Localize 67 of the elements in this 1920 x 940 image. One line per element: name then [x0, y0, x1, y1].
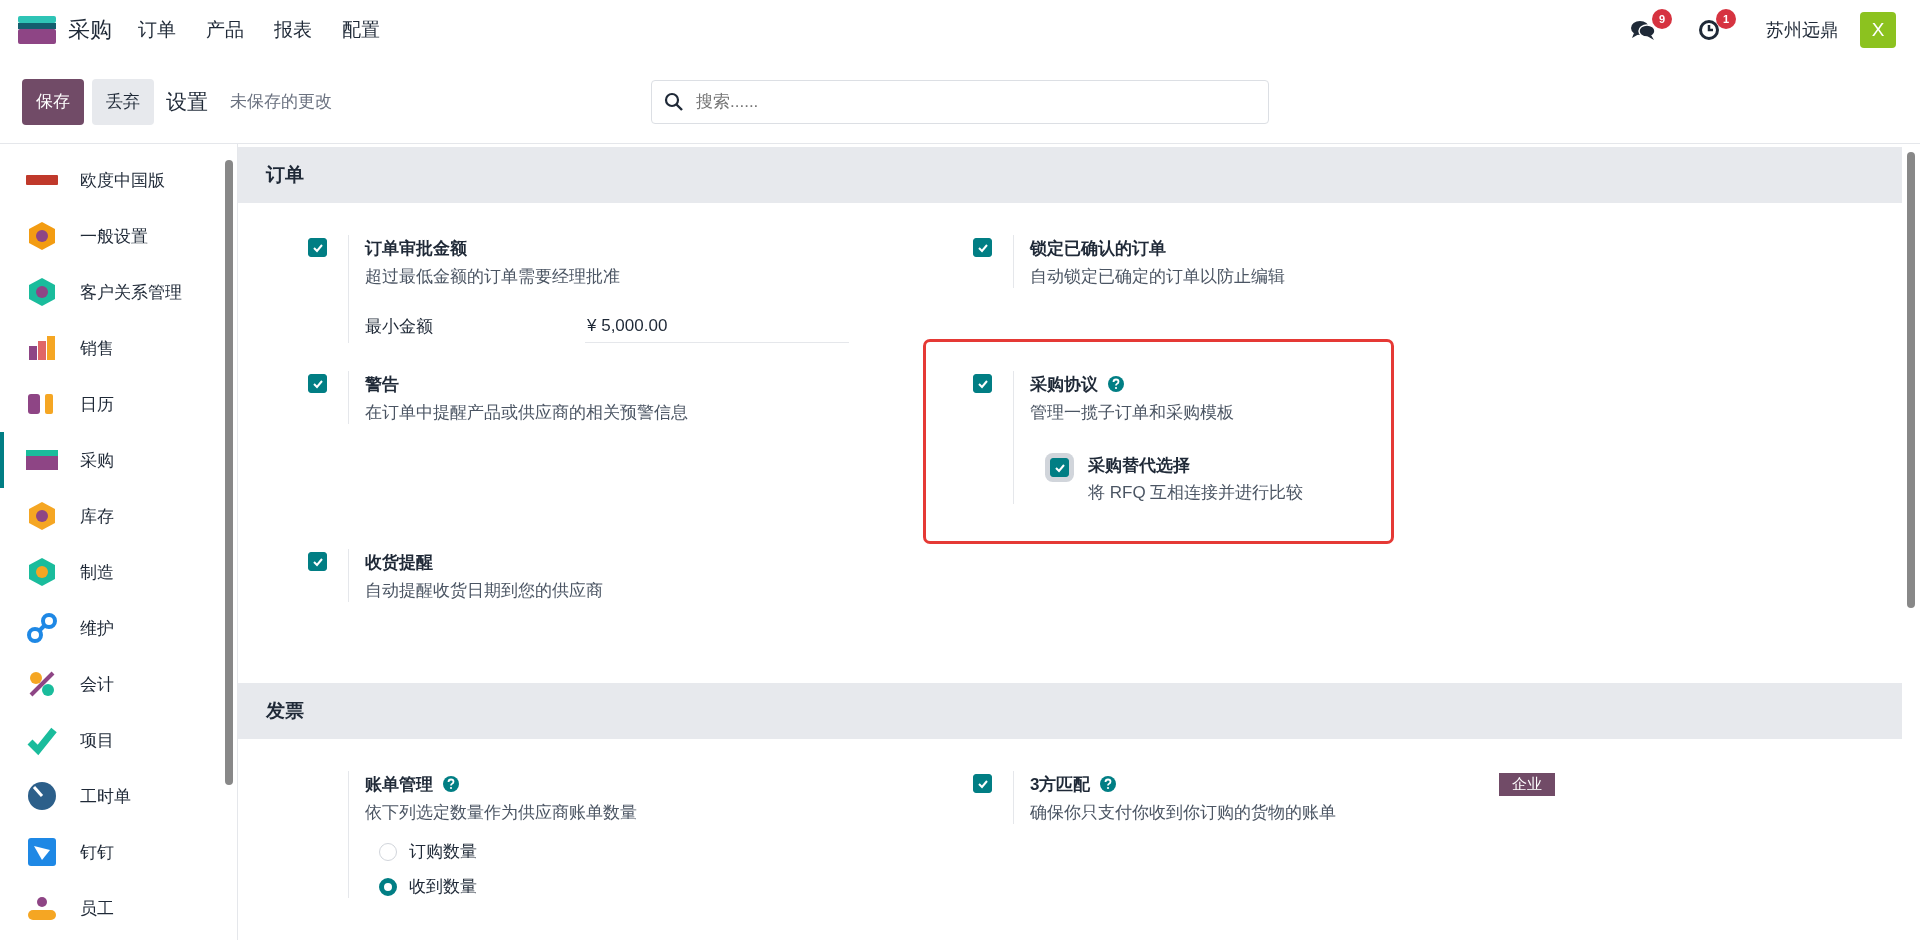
help-icon[interactable]: [1100, 776, 1117, 792]
sidebar-item[interactable]: 欧度中国版: [0, 152, 225, 208]
setting-description: 超过最低金额的订单需要经理批准: [365, 266, 621, 288]
scrollbar[interactable]: [225, 160, 233, 785]
unsaved-status: 未保存的更改: [230, 91, 332, 113]
section-title: 发票: [266, 699, 304, 723]
setting-description: 自动提醒收货日期到您的供应商: [365, 580, 604, 602]
clock-icon[interactable]: [1698, 19, 1720, 41]
setting-label: 订单审批金额: [365, 237, 467, 260]
setting-description: 管理一揽子订单和采购模板: [1030, 402, 1235, 424]
field-label: 最小金额: [365, 316, 434, 338]
sidebar-item[interactable]: 工时单: [0, 768, 225, 824]
sidebar-item[interactable]: 项目: [0, 712, 225, 768]
setting-label: 收货提醒: [365, 551, 433, 574]
sidebar-item[interactable]: 钉钉: [0, 824, 225, 880]
gauge-icon: [26, 780, 58, 812]
search-field[interactable]: 搜索......: [651, 79, 1269, 124]
checkbox[interactable]: [973, 374, 992, 393]
menu-item[interactable]: 订单: [138, 17, 176, 43]
discard-button[interactable]: 丢弃: [92, 78, 154, 125]
section-title: 订单: [266, 163, 304, 187]
search-icon: [664, 91, 684, 112]
sidebar-item[interactable]: 库存: [0, 488, 225, 544]
checkbox[interactable]: [973, 238, 992, 257]
checkbox[interactable]: [308, 552, 327, 571]
breadcrumb: 设置: [166, 88, 208, 115]
help-icon[interactable]: [443, 776, 459, 792]
notification-badge: 1: [1716, 9, 1736, 29]
setting-label: 3方匹配: [1030, 773, 1091, 796]
setting-description: 在订单中提醒产品或供应商的相关预警信息: [365, 402, 689, 424]
checkbox[interactable]: [308, 374, 327, 393]
sidebar-item[interactable]: 员工: [0, 880, 225, 936]
menu-item[interactable]: 产品: [206, 17, 244, 43]
setting-description: 确保你只支付你收到你订购的货物的账单: [1030, 802, 1337, 824]
notification-badge: 9: [1652, 9, 1672, 29]
setting-label: 锁定已确认的订单: [1030, 237, 1166, 260]
setting-label: 账单管理: [365, 773, 433, 796]
menu-item[interactable]: 报表: [274, 17, 312, 43]
checkbox[interactable]: [973, 774, 992, 793]
menu-item[interactable]: 配置: [342, 17, 380, 43]
sidebar-item[interactable]: 销售: [0, 320, 225, 376]
checkbox[interactable]: [308, 238, 327, 257]
company-name[interactable]: 苏州远鼎: [1766, 18, 1838, 42]
app-logo-icon[interactable]: [18, 16, 56, 44]
scrollbar[interactable]: [1907, 152, 1915, 608]
setting-description: 将 RFQ 互相连接并进行比较: [1088, 482, 1304, 504]
sidebar-item[interactable]: 客户关系管理: [0, 264, 225, 320]
sidebar-item[interactable]: 日历: [0, 376, 225, 432]
hexagon-icon: [26, 220, 58, 252]
help-icon[interactable]: [1108, 376, 1124, 392]
setting-description: 自动锁定已确定的订单以防止编辑: [1030, 266, 1286, 288]
setting-description: 依下列选定数量作为供应商账单数量: [365, 802, 638, 824]
sidebar-item[interactable]: 一般设置: [0, 208, 225, 264]
sidebar-item[interactable]: 会计: [0, 656, 225, 712]
radio-option[interactable]: 订购数量: [379, 840, 873, 863]
setting-label: 警告: [365, 373, 399, 396]
chat-icon[interactable]: [1630, 19, 1656, 41]
link-icon: [26, 612, 58, 644]
radio-option[interactable]: 收到数量: [379, 875, 873, 898]
sidebar-item[interactable]: 制造: [0, 544, 225, 600]
sidebar-item[interactable]: 维护: [0, 600, 225, 656]
amount-field[interactable]: ¥ 5,000.00: [585, 310, 849, 343]
enterprise-badge: 企业: [1499, 772, 1555, 796]
save-button[interactable]: 保存: [22, 78, 84, 125]
app-title[interactable]: 采购: [68, 15, 112, 45]
setting-label: 采购替代选择: [1088, 455, 1191, 477]
setting-label: 采购协议: [1030, 373, 1098, 396]
